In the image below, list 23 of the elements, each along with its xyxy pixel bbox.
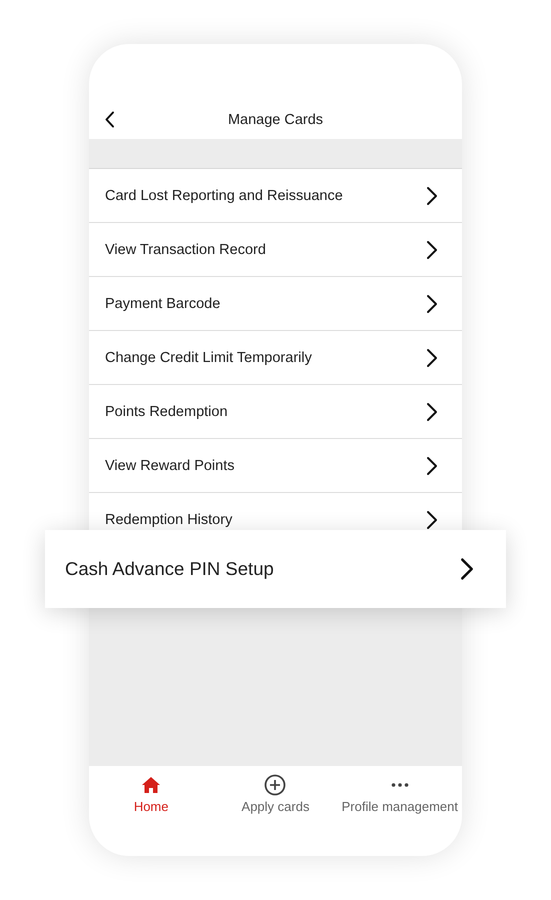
chevron-right-icon [426,402,438,422]
screen-title: Manage Cards [228,112,324,128]
more-icon [390,783,409,787]
chevron-right-icon [426,348,438,368]
menu-item[interactable]: Change Credit Limit Temporarily [89,331,462,385]
chevron-right-icon [426,186,438,206]
tab-item[interactable]: Apply cards [213,774,338,814]
menu-item[interactable]: View Reward Points [89,439,462,493]
menu-item[interactable]: Points Redemption [89,385,462,439]
chevron-right-icon [426,294,438,314]
chevron-right-icon [426,240,438,260]
tab-item[interactable]: Home [89,774,214,814]
menu-item[interactable]: Card Lost Reporting and Reissuance [89,169,462,223]
menu-item[interactable]: Payment Barcode [89,277,462,331]
menu-item[interactable]: View Transaction Record [89,223,462,277]
chevron-right-icon [460,557,474,581]
home-icon [141,776,162,794]
chevron-right-icon [426,510,438,530]
plus-circle-icon [264,774,286,796]
chevron-right-icon [426,456,438,476]
tab-item[interactable]: Profile management [338,774,462,814]
menu-item[interactable]: Cash Advance PIN Setup [45,530,506,608]
back-icon[interactable] [105,111,115,128]
